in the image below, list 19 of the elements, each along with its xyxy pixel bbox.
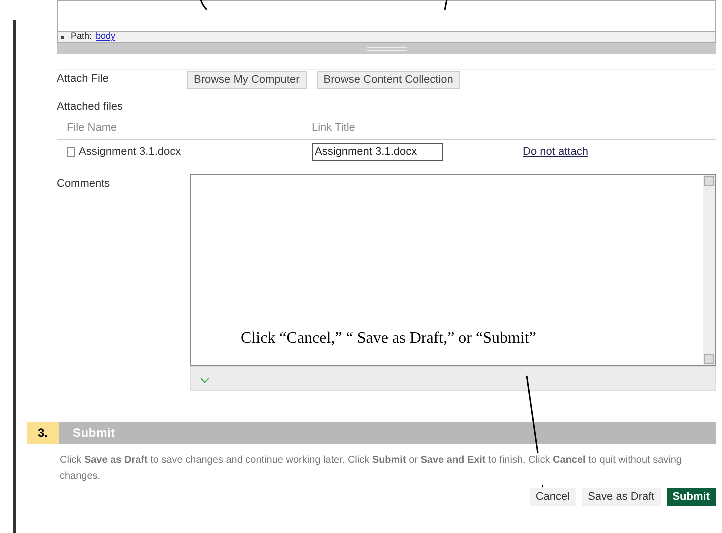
browse-button[interactable]: Browse My Computer [187, 70, 307, 88]
column-header: Link Title [312, 120, 356, 136]
field-label: Comments [57, 177, 112, 192]
annotation-text: Click “Cancel,” “ Save as Draft,” or “Submit” [241, 329, 536, 349]
file-name: Assignment 3.1.docx [79, 144, 182, 160]
submit-button[interactable]: Submit [666, 488, 716, 506]
browse-button[interactable]: Browse Content Collection [316, 70, 460, 88]
action-button[interactable]: Cancel [530, 488, 576, 506]
path-link[interactable]: body [96, 30, 116, 44]
column-header: File Name [67, 120, 118, 136]
do-not-attach-link[interactable]: Do not attach [523, 144, 588, 160]
comments-field[interactable]: Click “Cancel,” “ Save as Draft,” or “Submit” [190, 174, 716, 366]
section-title: Submit [59, 422, 716, 444]
action-button[interactable]: Save as Draft [582, 488, 661, 506]
section-number: 3. [27, 422, 59, 444]
link-title-field[interactable]: Assignment 3.1.docx [312, 143, 443, 161]
path-label: Path: [71, 30, 92, 44]
section-label: Attached files [57, 100, 124, 115]
field-label: Attach File [57, 72, 110, 88]
